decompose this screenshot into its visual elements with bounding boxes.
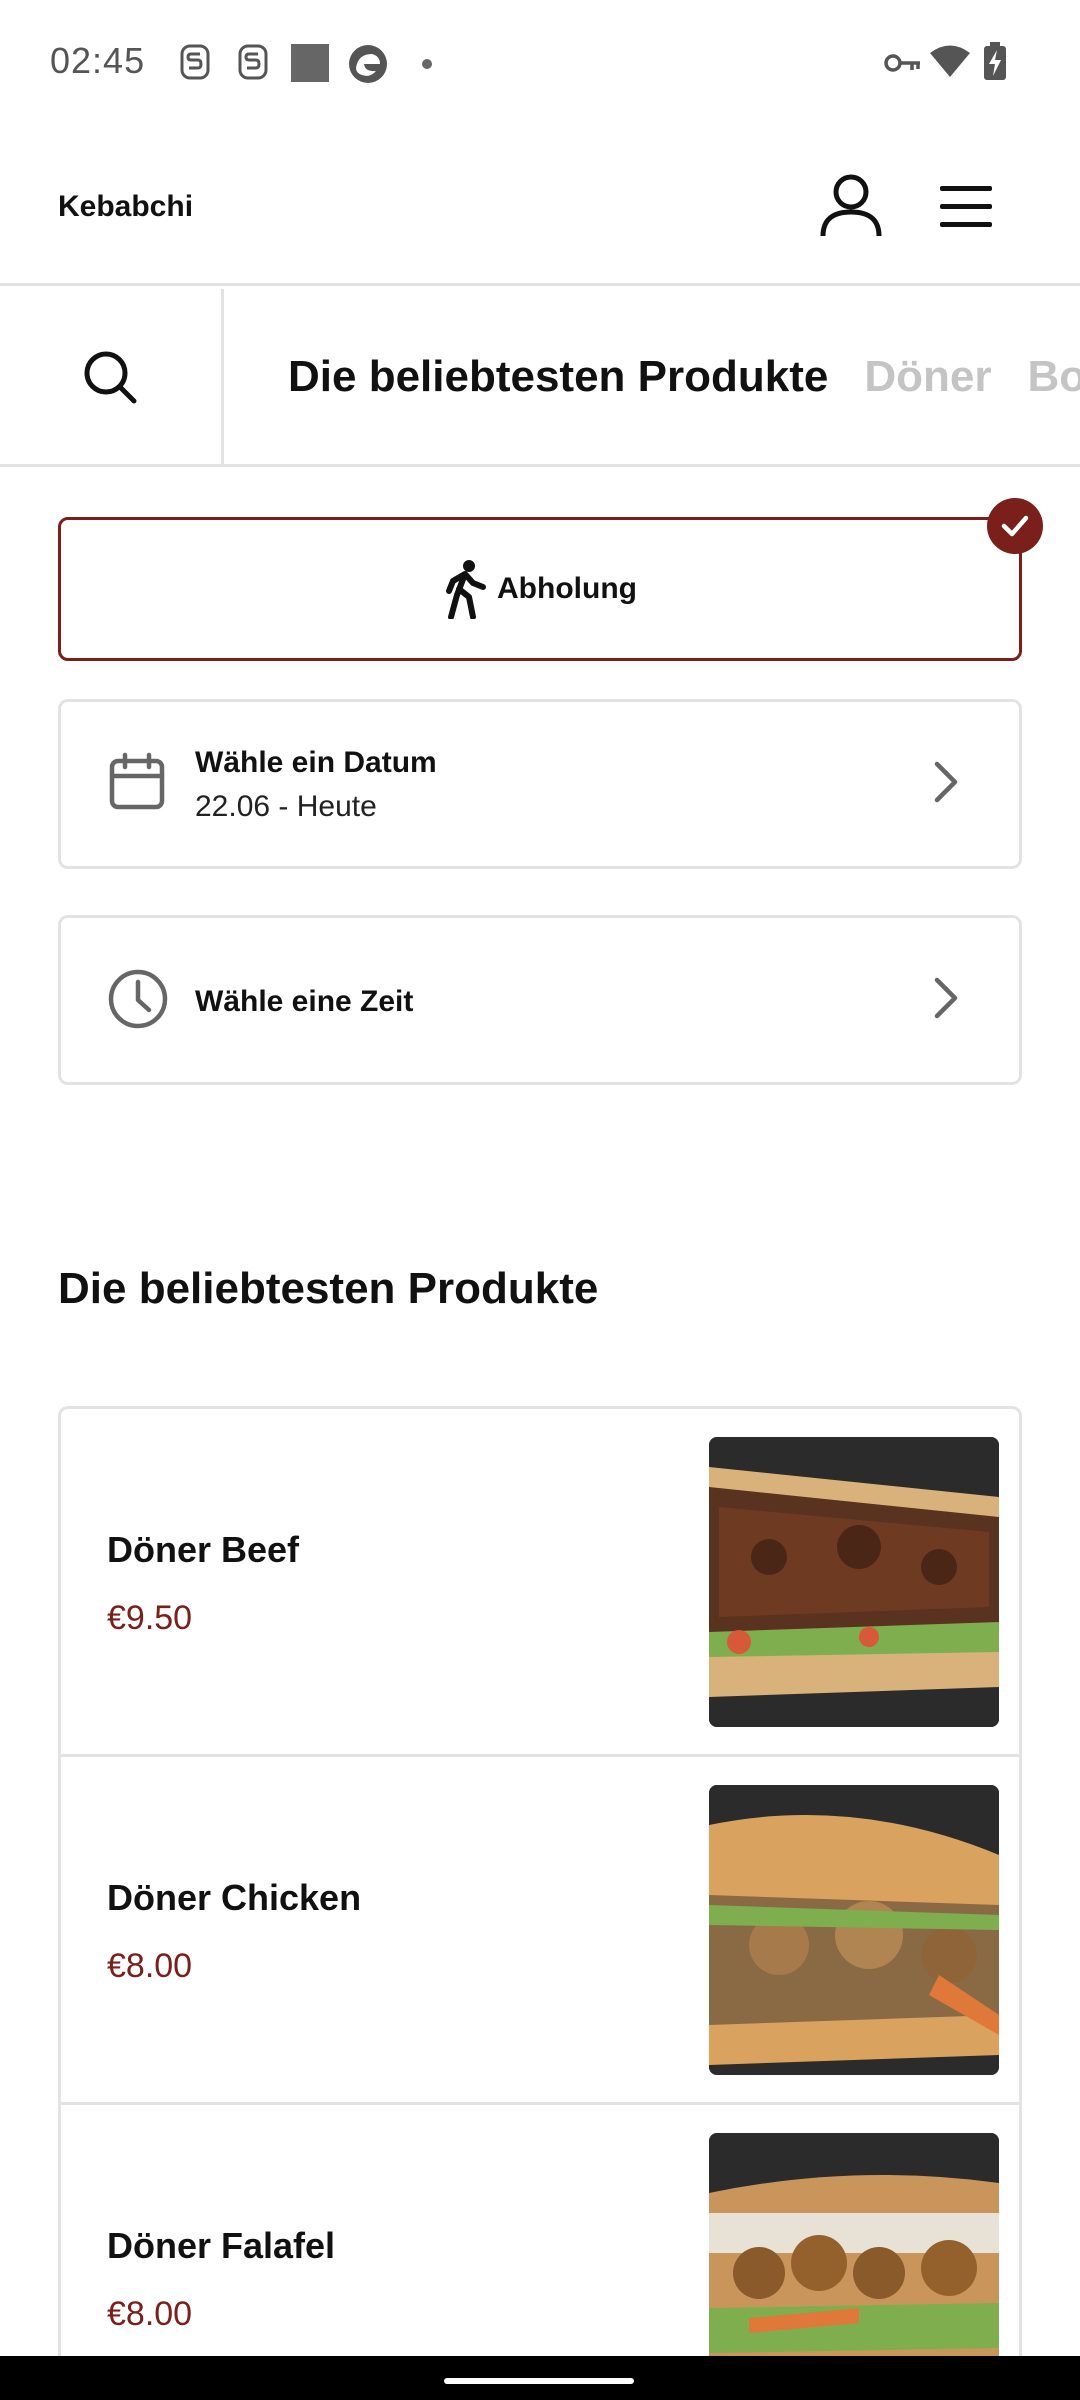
home-gesture-handle[interactable] <box>444 2378 634 2384</box>
date-title: Wähle ein Datum <box>195 746 437 779</box>
product-list: Döner Beef €9.50 Döner Chicken €8.00 Dön… <box>58 1406 1022 2356</box>
product-name: Döner Beef <box>107 1529 300 1570</box>
product-price: €9.50 <box>107 1599 193 1637</box>
key-icon <box>884 50 922 81</box>
category-bar: Die beliebtesten Produkte Döner Bo <box>0 289 1080 467</box>
system-navigation-bar <box>0 2356 1080 2400</box>
brand-name[interactable]: Kebabchi <box>58 190 193 224</box>
section-title: Die beliebtesten Produkte <box>58 1264 599 1313</box>
time-selector[interactable]: Wähle eine Zeit <box>58 915 1022 1085</box>
search-button[interactable] <box>0 289 224 464</box>
app-header: Kebabchi <box>0 126 1080 286</box>
status-time: 02:45 <box>50 40 146 81</box>
edge-browser-icon <box>348 44 388 89</box>
calendar-icon <box>109 752 165 810</box>
menu-button[interactable] <box>930 180 1000 234</box>
chevron-right-icon <box>934 761 958 803</box>
product-item[interactable]: Döner Chicken €8.00 <box>61 1757 1019 2105</box>
product-item[interactable]: Döner Beef €9.50 <box>61 1409 1019 1757</box>
walking-person-icon <box>446 560 487 619</box>
pickup-option[interactable]: Abholung <box>58 517 1022 661</box>
product-name: Döner Falafel <box>107 2225 336 2266</box>
product-name: Döner Chicken <box>107 1877 362 1918</box>
tab-popular-products[interactable]: Die beliebtesten Produkte <box>288 289 828 464</box>
hamburger-menu-icon <box>940 186 992 227</box>
date-selector[interactable]: Wähle ein Datum 22.06 - Heute <box>58 699 1022 869</box>
square-app-icon <box>291 44 329 87</box>
product-image <box>709 2133 999 2356</box>
pickup-label: Abholung <box>497 572 637 605</box>
user-icon <box>820 174 882 237</box>
product-image <box>709 1437 999 1727</box>
wifi-icon <box>930 44 970 83</box>
s-notification-icon <box>236 44 270 85</box>
check-icon <box>1001 515 1029 537</box>
product-price: €8.00 <box>107 1947 193 1985</box>
tab-doener[interactable]: Döner <box>864 289 991 464</box>
status-bar: 02:45 <box>0 0 1080 126</box>
chevron-right-icon <box>934 977 958 1019</box>
time-title: Wähle eine Zeit <box>195 985 414 1018</box>
search-icon <box>84 351 137 404</box>
s-notification-icon <box>178 44 212 85</box>
battery-charging-icon <box>983 42 1007 85</box>
category-tabs: Die beliebtesten Produkte Döner Bo <box>288 289 1080 464</box>
product-price: €8.00 <box>107 2295 193 2333</box>
product-item[interactable]: Döner Falafel €8.00 <box>61 2105 1019 2356</box>
account-button[interactable] <box>815 170 887 242</box>
clock-icon <box>108 969 168 1029</box>
tab-bo[interactable]: Bo <box>1027 289 1080 464</box>
selected-check-badge <box>987 498 1043 554</box>
date-value: 22.06 - Heute <box>195 790 377 823</box>
product-image <box>709 1785 999 2075</box>
dot-icon <box>421 57 433 75</box>
